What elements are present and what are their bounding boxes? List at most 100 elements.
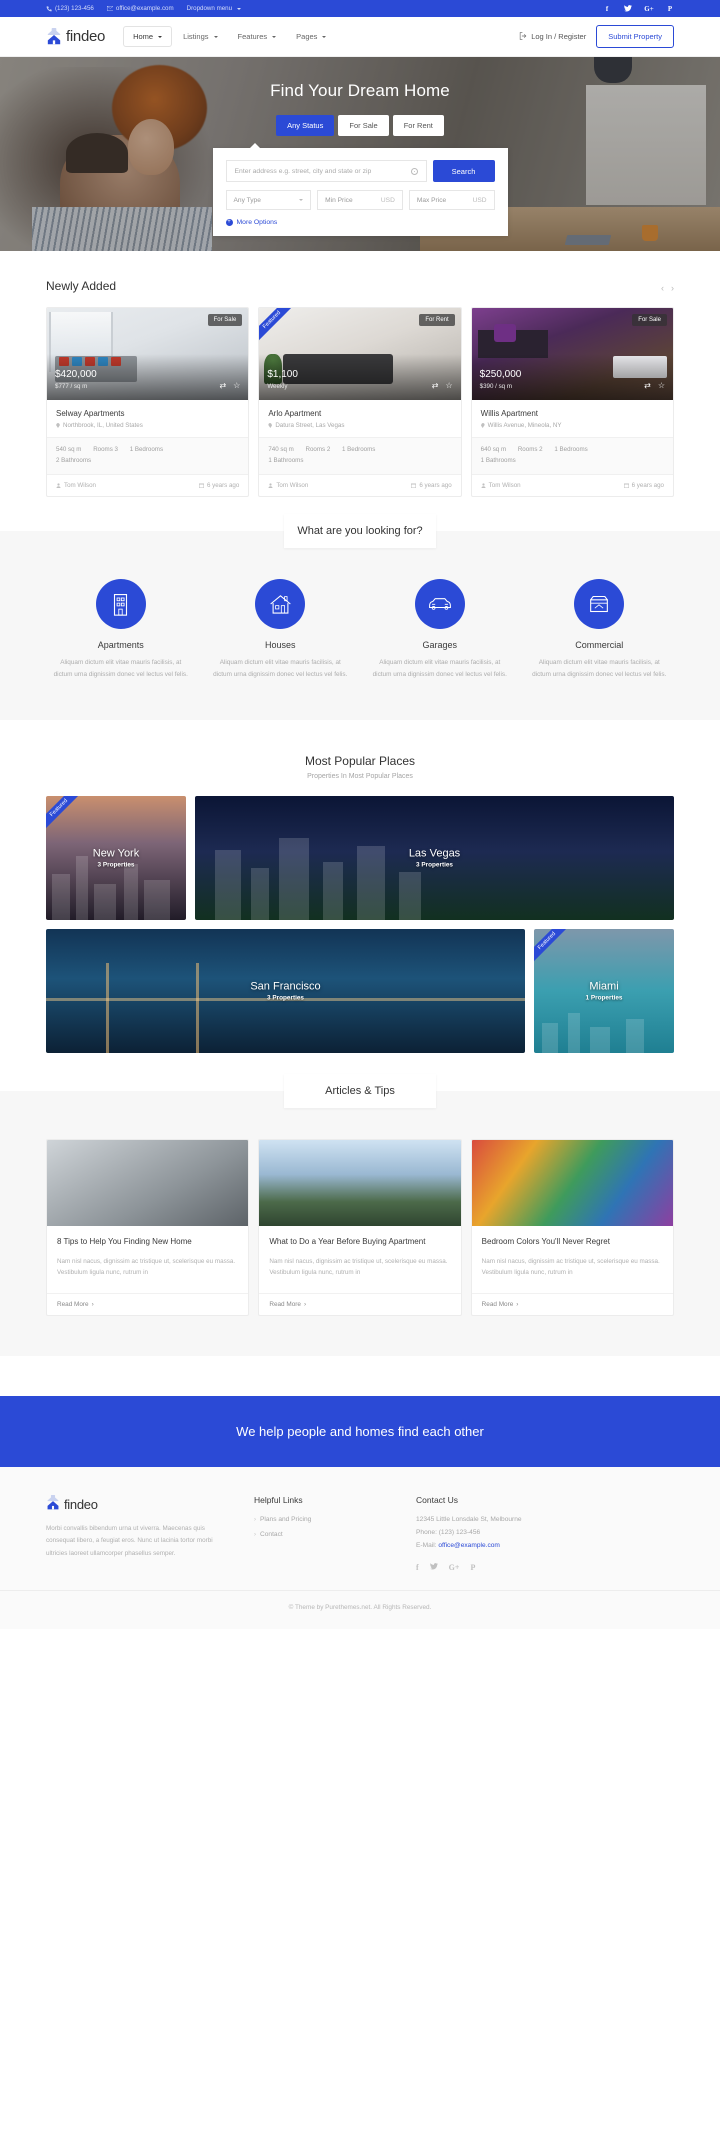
search-placeholder: Enter address e.g. street, city and stat… [234, 167, 372, 175]
contact-email-link[interactable]: office@example.com [438, 1542, 500, 1549]
footer-link-label: Contact [260, 1531, 283, 1539]
category-desc: Aliquam dictum elit vitae mauris facilis… [53, 658, 188, 678]
more-options-toggle[interactable]: + More Options [225, 219, 495, 226]
search-panel: Enter address e.g. street, city and stat… [212, 143, 508, 236]
property-image: For Sale $420,000 $777 / sq m ⇄ ☆ [47, 308, 249, 400]
nav-item-home[interactable]: Home [123, 26, 173, 47]
nav-item-features[interactable]: Features [229, 27, 286, 46]
search-input[interactable]: Enter address e.g. street, city and stat… [225, 160, 427, 182]
property-card[interactable]: Featured For Rent $1,100 Weekly ⇄ ☆ Arlo… [258, 307, 462, 497]
chevron-down-icon [237, 7, 242, 10]
status-badge: For Rent [419, 314, 455, 326]
facebook-icon[interactable]: f [416, 1563, 419, 1572]
category-apartments[interactable]: Apartments Aliquam dictum elit vitae mau… [46, 578, 196, 681]
helpful-links-title: Helpful Links [254, 1495, 303, 1506]
calendar-icon [411, 483, 417, 488]
date-text: 6 years ago [206, 481, 240, 489]
read-more-link[interactable]: Read More › [47, 1293, 249, 1315]
places-row-2: San Francisco 3 Properties Featured Miam… [46, 929, 674, 1054]
property-actions: ⇄ ☆ [644, 381, 665, 390]
property-price: $250,000 [479, 369, 522, 380]
type-select[interactable]: Any Type [225, 190, 312, 210]
car-icon [414, 578, 465, 629]
phone-item[interactable]: (123) 123-456 [46, 5, 94, 12]
twitter-icon[interactable] [624, 5, 632, 13]
user-icon [268, 483, 273, 488]
property-card[interactable]: For Sale $250,000 $390 / sq m ⇄ ☆ Willis… [470, 307, 674, 497]
carousel-next-icon[interactable]: › [671, 283, 674, 293]
place-count: 3 Properties [267, 994, 304, 1002]
google-plus-icon[interactable]: G+ [644, 5, 653, 13]
place-label: Las Vegas 3 Properties [195, 848, 674, 869]
read-more-link[interactable]: Read More › [259, 1293, 461, 1315]
date-text: 6 years ago [419, 481, 452, 489]
read-more-link[interactable]: Read More › [471, 1293, 673, 1315]
search-button[interactable]: Search [432, 160, 495, 182]
footer-link-contact[interactable]: › Contact [254, 1531, 394, 1538]
favorite-star-icon[interactable]: ☆ [445, 381, 452, 390]
place-card-san-francisco[interactable]: San Francisco 3 Properties [46, 929, 525, 1054]
section-title: Newly Added [46, 279, 117, 293]
agent-name: Tom Wilson [276, 481, 309, 489]
locate-icon[interactable] [410, 167, 418, 175]
status-tab-for-rent[interactable]: For Rent [392, 115, 444, 136]
article-card[interactable]: 8 Tips to Help You Finding New Home Nam … [46, 1139, 250, 1317]
favorite-star-icon[interactable]: ☆ [233, 381, 240, 390]
category-houses[interactable]: Houses Aliquam dictum elit vitae mauris … [206, 578, 356, 681]
property-name: Willis Apartment [480, 409, 539, 418]
footer-description: Morbi convallis bibendum urna ut viverra… [46, 1525, 213, 1557]
footer: findeo Morbi convallis bibendum urna ut … [0, 1467, 720, 1591]
article-image [47, 1140, 249, 1227]
status-tab-for-sale[interactable]: For Sale [338, 115, 389, 136]
status-badge: For Sale [632, 314, 667, 326]
place-card-new-york[interactable]: Featured New York 3 Properties [46, 796, 186, 921]
cta-text: We help people and homes find each other [236, 1424, 484, 1440]
articles-title: Articles & Tips [284, 1074, 436, 1109]
pinterest-icon[interactable]: P [470, 1563, 475, 1572]
place-card-las-vegas[interactable]: Las Vegas 3 Properties [195, 796, 674, 921]
min-price-input[interactable]: Min Price USD [317, 190, 403, 210]
place-card-miami[interactable]: Featured Miami 1 Properties [534, 929, 674, 1054]
pinterest-icon[interactable]: P [666, 5, 674, 13]
property-card[interactable]: For Sale $420,000 $777 / sq m ⇄ ☆ Selway… [46, 307, 250, 497]
store-icon [574, 578, 625, 629]
article-card[interactable]: Bedroom Colors You'll Never Regret Nam n… [470, 1139, 674, 1317]
category-commercial[interactable]: Commercial Aliquam dictum elit vitae mau… [525, 578, 675, 681]
footer-link-plans-pricing[interactable]: › Plans and Pricing [254, 1516, 394, 1523]
nav-item-pages[interactable]: Pages [287, 27, 335, 46]
google-plus-icon[interactable]: G+ [449, 1563, 460, 1572]
article-card[interactable]: What to Do a Year Before Buying Apartmen… [258, 1139, 462, 1317]
footer-logo[interactable]: findeo [46, 1495, 232, 1513]
email-item[interactable]: office@example.com [106, 5, 174, 12]
place-label: San Francisco 3 Properties [46, 981, 525, 1002]
property-bedrooms: 1 Bedrooms [342, 446, 376, 453]
compare-icon[interactable]: ⇄ [644, 381, 651, 390]
places-header: Most Popular Places Properties In Most P… [46, 720, 674, 796]
nav-item-listings[interactable]: Listings [174, 27, 226, 46]
max-price-input[interactable]: Max Price USD [408, 190, 495, 210]
popular-places-section: Most Popular Places Properties In Most P… [0, 720, 720, 1054]
category-desc: Aliquam dictum elit vitae mauris facilis… [372, 658, 507, 678]
findeo-logo-icon [46, 1495, 60, 1513]
logo[interactable]: findeo [46, 28, 105, 45]
property-bedrooms: 1 Bedrooms [554, 446, 588, 453]
status-badge: For Sale [207, 314, 243, 326]
favorite-star-icon[interactable]: ☆ [658, 381, 665, 390]
facebook-icon[interactable]: f [603, 5, 611, 13]
category-name: Houses [264, 639, 296, 650]
carousel-prev-icon[interactable]: ‹ [661, 283, 664, 293]
compare-icon[interactable]: ⇄ [219, 381, 226, 390]
category-desc: Aliquam dictum elit vitae mauris facilis… [532, 658, 667, 678]
dropdown-menu[interactable]: Dropdown menu [187, 5, 242, 12]
hero-section: Find Your Dream Home Any Status For Sale… [0, 57, 720, 251]
login-register-link[interactable]: Log In / Register [519, 31, 586, 42]
category-name: Garages [422, 639, 458, 650]
submit-property-button[interactable]: Submit Property [596, 25, 674, 48]
category-garages[interactable]: Garages Aliquam dictum elit vitae mauris… [365, 578, 515, 681]
category-desc: Aliquam dictum elit vitae mauris facilis… [213, 658, 348, 678]
status-tab-any[interactable]: Any Status [276, 115, 335, 136]
article-desc: Nam nisl nacus, dignissim ac tristique u… [269, 1257, 448, 1277]
compare-icon[interactable]: ⇄ [432, 381, 439, 390]
twitter-icon[interactable] [429, 1563, 438, 1572]
chevron-down-icon [272, 35, 277, 38]
